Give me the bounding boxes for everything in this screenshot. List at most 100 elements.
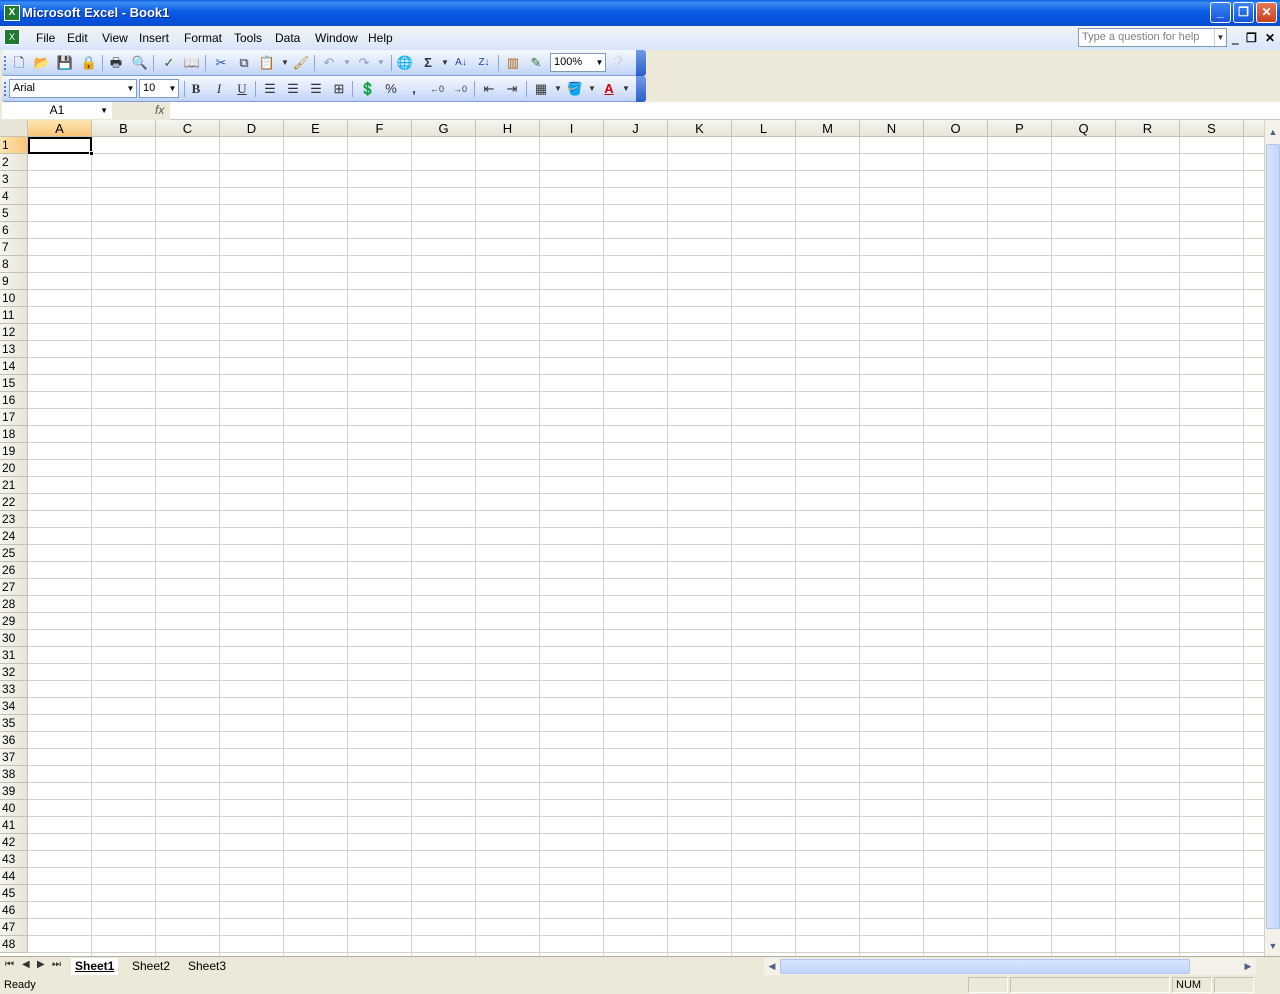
column-header-partial[interactable] [1244, 120, 1264, 137]
row-header-12[interactable]: 12 [0, 324, 28, 341]
worksheet-grid[interactable]: ABCDEFGHIJKLMNOPQRS 1 2 3 4 5 6 7 8 9 10 11 12 13 14 1… [0, 120, 1264, 956]
row-header-21[interactable]: 21 [0, 477, 28, 494]
toolbar-options-icon[interactable] [636, 76, 646, 102]
italic-button[interactable]: I [210, 80, 228, 98]
align-left-icon[interactable]: ☰ [261, 80, 279, 98]
last-sheet-icon[interactable]: ⏭ [52, 959, 61, 970]
restore-button[interactable]: ❐ [1233, 2, 1254, 23]
column-header-q[interactable]: Q [1052, 120, 1116, 137]
row-header-7[interactable]: 7 [0, 239, 28, 256]
row-header-16[interactable]: 16 [0, 392, 28, 409]
row-header-20[interactable]: 20 [0, 460, 28, 477]
save-icon[interactable]: 💾 [56, 54, 74, 72]
increase-decimal-icon[interactable]: ←0 [428, 80, 446, 98]
menu-help[interactable]: Help [368, 31, 393, 45]
font-select[interactable]: Arial ▼ [9, 79, 137, 98]
chevron-down-icon[interactable]: ▼ [1214, 29, 1226, 46]
row-header-46[interactable]: 46 [0, 902, 28, 919]
row-header-14[interactable]: 14 [0, 358, 28, 375]
column-header-o[interactable]: O [924, 120, 988, 137]
fill-handle[interactable] [89, 151, 94, 156]
row-header-23[interactable]: 23 [0, 511, 28, 528]
currency-icon[interactable]: 💲 [359, 80, 377, 98]
research-icon[interactable]: 📖 [183, 54, 201, 72]
row-header-28[interactable]: 28 [0, 596, 28, 613]
select-all-button[interactable] [0, 120, 28, 137]
formula-input[interactable] [170, 102, 1280, 119]
menu-tools[interactable]: Tools [234, 31, 262, 45]
zoom-select[interactable]: 100% ▼ [550, 53, 606, 72]
workbook-icon[interactable]: X [4, 29, 20, 45]
decrease-decimal-icon[interactable]: →0 [451, 80, 469, 98]
menu-window[interactable]: Window [315, 31, 358, 45]
column-header-k[interactable]: K [668, 120, 732, 137]
column-header-j[interactable]: J [604, 120, 668, 137]
help-question-input[interactable]: Type a question for help ▼ [1078, 28, 1227, 47]
menu-data[interactable]: Data [275, 31, 300, 45]
column-header-d[interactable]: D [220, 120, 284, 137]
autosum-icon[interactable]: Σ [419, 54, 437, 72]
column-header-l[interactable]: L [732, 120, 796, 137]
borders-dropdown-icon[interactable]: ▼ [549, 80, 567, 98]
column-header-c[interactable]: C [156, 120, 220, 137]
row-header-27[interactable]: 27 [0, 579, 28, 596]
row-header-18[interactable]: 18 [0, 426, 28, 443]
format-painter-icon[interactable]: 🖌 [292, 54, 310, 72]
row-header-37[interactable]: 37 [0, 749, 28, 766]
increase-indent-icon[interactable]: ⇥ [503, 80, 521, 98]
toolbar-grip[interactable] [4, 56, 7, 70]
column-header-f[interactable]: F [348, 120, 412, 137]
prev-sheet-icon[interactable]: ◀ [22, 959, 30, 970]
drawing-icon[interactable]: ✎ [527, 54, 545, 72]
row-header-43[interactable]: 43 [0, 851, 28, 868]
row-header-24[interactable]: 24 [0, 528, 28, 545]
fill-color-icon[interactable]: 🪣 [566, 80, 584, 98]
menu-format[interactable]: Format [184, 31, 222, 45]
font-color-icon[interactable]: A [600, 80, 618, 98]
close-button[interactable]: ✕ [1256, 2, 1277, 23]
minimize-button[interactable]: _ [1210, 2, 1231, 23]
next-sheet-icon[interactable]: ▶ [37, 959, 45, 970]
row-header-42[interactable]: 42 [0, 834, 28, 851]
row-header-35[interactable]: 35 [0, 715, 28, 732]
row-header-44[interactable]: 44 [0, 868, 28, 885]
column-header-p[interactable]: P [988, 120, 1052, 137]
print-icon[interactable]: 🖶 [107, 54, 125, 72]
scroll-left-icon[interactable]: ◀ [764, 958, 780, 975]
column-header-i[interactable]: I [540, 120, 604, 137]
chevron-down-icon[interactable]: ▼ [125, 80, 136, 97]
excel-app-icon[interactable]: X [4, 5, 20, 21]
toolbar-options-icon[interactable] [636, 50, 646, 76]
row-header-33[interactable]: 33 [0, 681, 28, 698]
row-header-34[interactable]: 34 [0, 698, 28, 715]
row-header-6[interactable]: 6 [0, 222, 28, 239]
chevron-down-icon[interactable]: ▼ [167, 80, 178, 97]
column-header-b[interactable]: B [92, 120, 156, 137]
cut-icon[interactable]: ✂ [212, 54, 230, 72]
undo-dropdown-icon[interactable]: ▼ [338, 54, 356, 72]
row-header-22[interactable]: 22 [0, 494, 28, 511]
font-color-dropdown-icon[interactable]: ▼ [617, 80, 635, 98]
column-header-e[interactable]: E [284, 120, 348, 137]
toolbar-grip[interactable] [4, 82, 7, 96]
workbook-close-button[interactable]: ✕ [1265, 31, 1275, 45]
row-header-15[interactable]: 15 [0, 375, 28, 392]
hyperlink-icon[interactable]: 🌐 [396, 54, 414, 72]
menu-view[interactable]: View [102, 31, 128, 45]
column-header-g[interactable]: G [412, 120, 476, 137]
copy-icon[interactable]: ⧉ [235, 54, 253, 72]
row-header-39[interactable]: 39 [0, 783, 28, 800]
open-icon[interactable]: 📂 [33, 54, 51, 72]
merge-center-icon[interactable]: ⊞ [330, 80, 348, 98]
borders-icon[interactable]: ▦ [532, 80, 550, 98]
workbook-minimize-button[interactable]: ‗ [1232, 31, 1239, 45]
redo-dropdown-icon[interactable]: ▼ [372, 54, 390, 72]
row-header-8[interactable]: 8 [0, 256, 28, 273]
align-center-icon[interactable]: ☰ [284, 80, 302, 98]
row-header-36[interactable]: 36 [0, 732, 28, 749]
name-box[interactable]: A1 ▼ [2, 102, 112, 119]
cell-area[interactable] [28, 137, 1264, 956]
sort-descending-icon[interactable]: Z↓ [475, 54, 493, 72]
column-header-h[interactable]: H [476, 120, 540, 137]
percent-button[interactable]: % [382, 80, 400, 98]
